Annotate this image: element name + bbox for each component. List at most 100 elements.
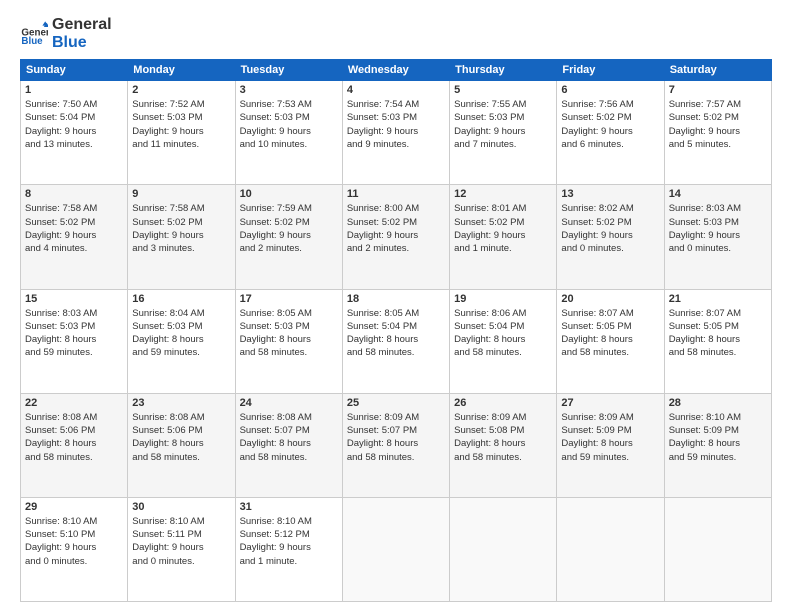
day-cell-24: 24 Sunrise: 8:08 AMSunset: 5:07 PMDaylig… (235, 393, 342, 497)
day-cell-12: 12 Sunrise: 8:01 AMSunset: 5:02 PMDaylig… (450, 185, 557, 289)
day-number: 20 (561, 293, 659, 305)
day-cell-14: 14 Sunrise: 8:03 AMSunset: 5:03 PMDaylig… (664, 185, 771, 289)
day-cell-8: 8 Sunrise: 7:58 AMSunset: 5:02 PMDayligh… (21, 185, 128, 289)
col-sunday: Sunday (21, 60, 128, 81)
day-number: 8 (25, 188, 123, 200)
col-wednesday: Wednesday (342, 60, 449, 81)
day-cell-4: 4 Sunrise: 7:54 AMSunset: 5:03 PMDayligh… (342, 81, 449, 185)
day-cell-28: 28 Sunrise: 8:10 AMSunset: 5:09 PMDaylig… (664, 393, 771, 497)
day-number: 10 (240, 188, 338, 200)
day-number: 25 (347, 397, 445, 409)
day-info: Sunrise: 8:10 AMSunset: 5:09 PMDaylight:… (669, 411, 767, 464)
day-number: 28 (669, 397, 767, 409)
logo: General Blue General Blue (20, 16, 112, 51)
day-info: Sunrise: 8:09 AMSunset: 5:07 PMDaylight:… (347, 411, 445, 464)
day-info: Sunrise: 8:02 AMSunset: 5:02 PMDaylight:… (561, 202, 659, 255)
day-number: 23 (132, 397, 230, 409)
day-cell-2: 2 Sunrise: 7:52 AMSunset: 5:03 PMDayligh… (128, 81, 235, 185)
day-number: 22 (25, 397, 123, 409)
day-number: 26 (454, 397, 552, 409)
day-info: Sunrise: 8:04 AMSunset: 5:03 PMDaylight:… (132, 307, 230, 360)
day-info: Sunrise: 8:07 AMSunset: 5:05 PMDaylight:… (669, 307, 767, 360)
logo-icon: General Blue (20, 20, 48, 48)
day-cell-17: 17 Sunrise: 8:05 AMSunset: 5:03 PMDaylig… (235, 289, 342, 393)
calendar-table: Sunday Monday Tuesday Wednesday Thursday… (20, 59, 772, 602)
day-info: Sunrise: 8:08 AMSunset: 5:06 PMDaylight:… (25, 411, 123, 464)
day-number: 5 (454, 84, 552, 96)
day-info: Sunrise: 8:07 AMSunset: 5:05 PMDaylight:… (561, 307, 659, 360)
day-number: 17 (240, 293, 338, 305)
day-info: Sunrise: 8:03 AMSunset: 5:03 PMDaylight:… (669, 202, 767, 255)
day-number: 27 (561, 397, 659, 409)
day-number: 7 (669, 84, 767, 96)
day-number: 30 (132, 501, 230, 513)
day-cell-16: 16 Sunrise: 8:04 AMSunset: 5:03 PMDaylig… (128, 289, 235, 393)
col-thursday: Thursday (450, 60, 557, 81)
day-cell-7: 7 Sunrise: 7:57 AMSunset: 5:02 PMDayligh… (664, 81, 771, 185)
day-cell-26: 26 Sunrise: 8:09 AMSunset: 5:08 PMDaylig… (450, 393, 557, 497)
empty-cell (664, 497, 771, 601)
day-info: Sunrise: 8:01 AMSunset: 5:02 PMDaylight:… (454, 202, 552, 255)
day-cell-31: 31 Sunrise: 8:10 AMSunset: 5:12 PMDaylig… (235, 497, 342, 601)
day-info: Sunrise: 7:55 AMSunset: 5:03 PMDaylight:… (454, 98, 552, 151)
col-friday: Friday (557, 60, 664, 81)
day-cell-3: 3 Sunrise: 7:53 AMSunset: 5:03 PMDayligh… (235, 81, 342, 185)
day-number: 13 (561, 188, 659, 200)
day-info: Sunrise: 7:52 AMSunset: 5:03 PMDaylight:… (132, 98, 230, 151)
day-number: 31 (240, 501, 338, 513)
calendar-week-3: 15 Sunrise: 8:03 AMSunset: 5:03 PMDaylig… (21, 289, 772, 393)
day-number: 1 (25, 84, 123, 96)
day-number: 15 (25, 293, 123, 305)
day-info: Sunrise: 8:00 AMSunset: 5:02 PMDaylight:… (347, 202, 445, 255)
day-number: 2 (132, 84, 230, 96)
day-info: Sunrise: 8:03 AMSunset: 5:03 PMDaylight:… (25, 307, 123, 360)
day-cell-5: 5 Sunrise: 7:55 AMSunset: 5:03 PMDayligh… (450, 81, 557, 185)
day-cell-18: 18 Sunrise: 8:05 AMSunset: 5:04 PMDaylig… (342, 289, 449, 393)
day-cell-9: 9 Sunrise: 7:58 AMSunset: 5:02 PMDayligh… (128, 185, 235, 289)
day-cell-13: 13 Sunrise: 8:02 AMSunset: 5:02 PMDaylig… (557, 185, 664, 289)
day-info: Sunrise: 7:50 AMSunset: 5:04 PMDaylight:… (25, 98, 123, 151)
calendar-page: General Blue General Blue Sunday Monday … (0, 0, 792, 612)
day-cell-21: 21 Sunrise: 8:07 AMSunset: 5:05 PMDaylig… (664, 289, 771, 393)
day-info: Sunrise: 8:08 AMSunset: 5:07 PMDaylight:… (240, 411, 338, 464)
day-number: 11 (347, 188, 445, 200)
day-number: 24 (240, 397, 338, 409)
col-tuesday: Tuesday (235, 60, 342, 81)
day-cell-6: 6 Sunrise: 7:56 AMSunset: 5:02 PMDayligh… (557, 81, 664, 185)
empty-cell (342, 497, 449, 601)
day-number: 19 (454, 293, 552, 305)
day-cell-25: 25 Sunrise: 8:09 AMSunset: 5:07 PMDaylig… (342, 393, 449, 497)
day-cell-23: 23 Sunrise: 8:08 AMSunset: 5:06 PMDaylig… (128, 393, 235, 497)
day-info: Sunrise: 8:05 AMSunset: 5:04 PMDaylight:… (347, 307, 445, 360)
day-cell-10: 10 Sunrise: 7:59 AMSunset: 5:02 PMDaylig… (235, 185, 342, 289)
day-cell-1: 1 Sunrise: 7:50 AMSunset: 5:04 PMDayligh… (21, 81, 128, 185)
day-cell-27: 27 Sunrise: 8:09 AMSunset: 5:09 PMDaylig… (557, 393, 664, 497)
day-number: 29 (25, 501, 123, 513)
day-cell-29: 29 Sunrise: 8:10 AMSunset: 5:10 PMDaylig… (21, 497, 128, 601)
day-info: Sunrise: 7:54 AMSunset: 5:03 PMDaylight:… (347, 98, 445, 151)
day-number: 3 (240, 84, 338, 96)
day-cell-20: 20 Sunrise: 8:07 AMSunset: 5:05 PMDaylig… (557, 289, 664, 393)
logo-general: General (52, 16, 112, 34)
day-cell-19: 19 Sunrise: 8:06 AMSunset: 5:04 PMDaylig… (450, 289, 557, 393)
day-info: Sunrise: 8:06 AMSunset: 5:04 PMDaylight:… (454, 307, 552, 360)
day-number: 6 (561, 84, 659, 96)
col-monday: Monday (128, 60, 235, 81)
day-info: Sunrise: 8:10 AMSunset: 5:10 PMDaylight:… (25, 515, 123, 568)
day-number: 12 (454, 188, 552, 200)
day-info: Sunrise: 7:58 AMSunset: 5:02 PMDaylight:… (132, 202, 230, 255)
day-number: 14 (669, 188, 767, 200)
day-info: Sunrise: 8:10 AMSunset: 5:11 PMDaylight:… (132, 515, 230, 568)
day-info: Sunrise: 8:05 AMSunset: 5:03 PMDaylight:… (240, 307, 338, 360)
day-number: 18 (347, 293, 445, 305)
weekday-header-row: Sunday Monday Tuesday Wednesday Thursday… (21, 60, 772, 81)
day-info: Sunrise: 7:59 AMSunset: 5:02 PMDaylight:… (240, 202, 338, 255)
day-info: Sunrise: 7:56 AMSunset: 5:02 PMDaylight:… (561, 98, 659, 151)
header: General Blue General Blue (20, 16, 772, 51)
calendar-week-5: 29 Sunrise: 8:10 AMSunset: 5:10 PMDaylig… (21, 497, 772, 601)
day-info: Sunrise: 8:10 AMSunset: 5:12 PMDaylight:… (240, 515, 338, 568)
calendar-week-1: 1 Sunrise: 7:50 AMSunset: 5:04 PMDayligh… (21, 81, 772, 185)
day-info: Sunrise: 7:57 AMSunset: 5:02 PMDaylight:… (669, 98, 767, 151)
day-info: Sunrise: 8:09 AMSunset: 5:08 PMDaylight:… (454, 411, 552, 464)
calendar-week-2: 8 Sunrise: 7:58 AMSunset: 5:02 PMDayligh… (21, 185, 772, 289)
